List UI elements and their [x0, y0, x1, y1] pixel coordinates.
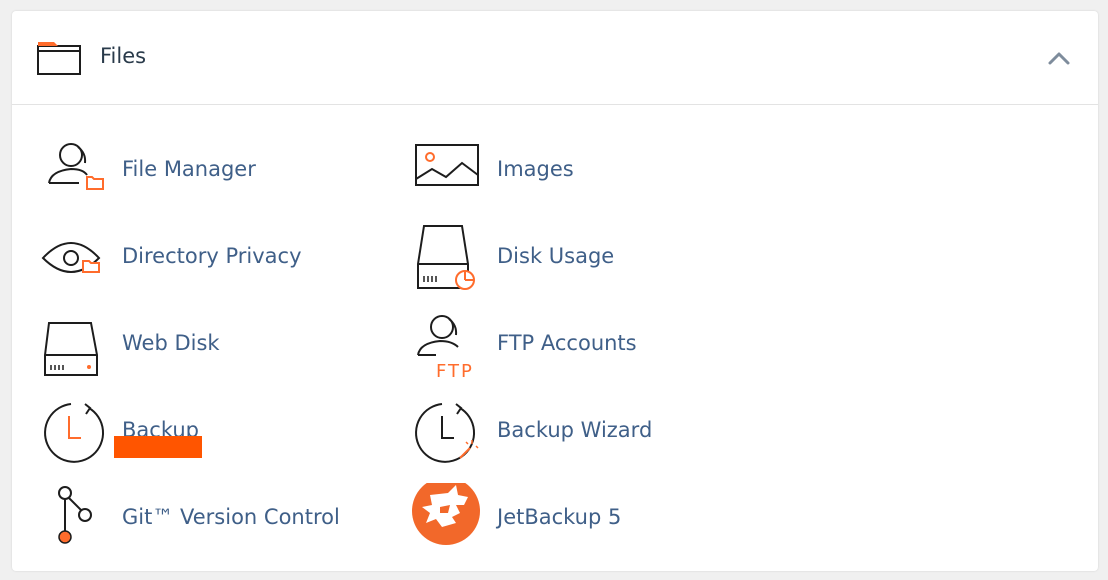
item-label: FTP Accounts: [497, 331, 637, 355]
item-label: JetBackup 5: [497, 505, 622, 529]
item-label: Backup Wizard: [497, 418, 653, 442]
section-title: Files: [100, 44, 147, 68]
item-label: Web Disk: [122, 331, 220, 355]
item-label: Directory Privacy: [122, 244, 302, 268]
item-label: File Manager: [122, 157, 256, 181]
file-manager-link[interactable]: File Manager: [41, 135, 301, 205]
svg-text:FTP: FTP: [436, 361, 474, 379]
item-label: Disk Usage: [497, 244, 615, 268]
disk-usage-icon: [417, 225, 475, 290]
web-disk-icon: [44, 322, 98, 376]
folder-icon: [37, 42, 81, 75]
item-label: Images: [497, 157, 574, 181]
jetbackup-link[interactable]: JetBackup 5: [412, 483, 632, 553]
chevron-up-icon[interactable]: [1046, 49, 1072, 67]
disk-usage-link[interactable]: Disk Usage: [412, 222, 632, 292]
ftp-accounts-icon: FTP: [417, 315, 474, 379]
item-label: Git™ Version Control: [122, 505, 340, 529]
backup-wizard-link[interactable]: Backup Wizard: [412, 396, 672, 466]
files-panel: Files File Manager Directory Privacy Web…: [12, 11, 1098, 571]
directory-privacy-link[interactable]: Directory Privacy: [41, 222, 331, 292]
git-icon: [58, 486, 92, 544]
images-icon: [415, 144, 479, 186]
highlight-annotation: [114, 436, 202, 458]
images-link[interactable]: Images: [412, 135, 612, 205]
backup-icon: [44, 403, 105, 463]
file-manager-icon: [48, 143, 104, 190]
jetbackup-icon: [412, 483, 480, 545]
ftp-accounts-link[interactable]: FTP FTP Accounts: [412, 309, 652, 379]
git-version-control-link[interactable]: Git™ Version Control: [41, 483, 351, 553]
web-disk-link[interactable]: Web Disk: [41, 309, 241, 379]
directory-privacy-icon: [41, 242, 101, 273]
backup-wizard-icon: [415, 403, 479, 463]
files-section-header[interactable]: Files: [12, 11, 1098, 105]
